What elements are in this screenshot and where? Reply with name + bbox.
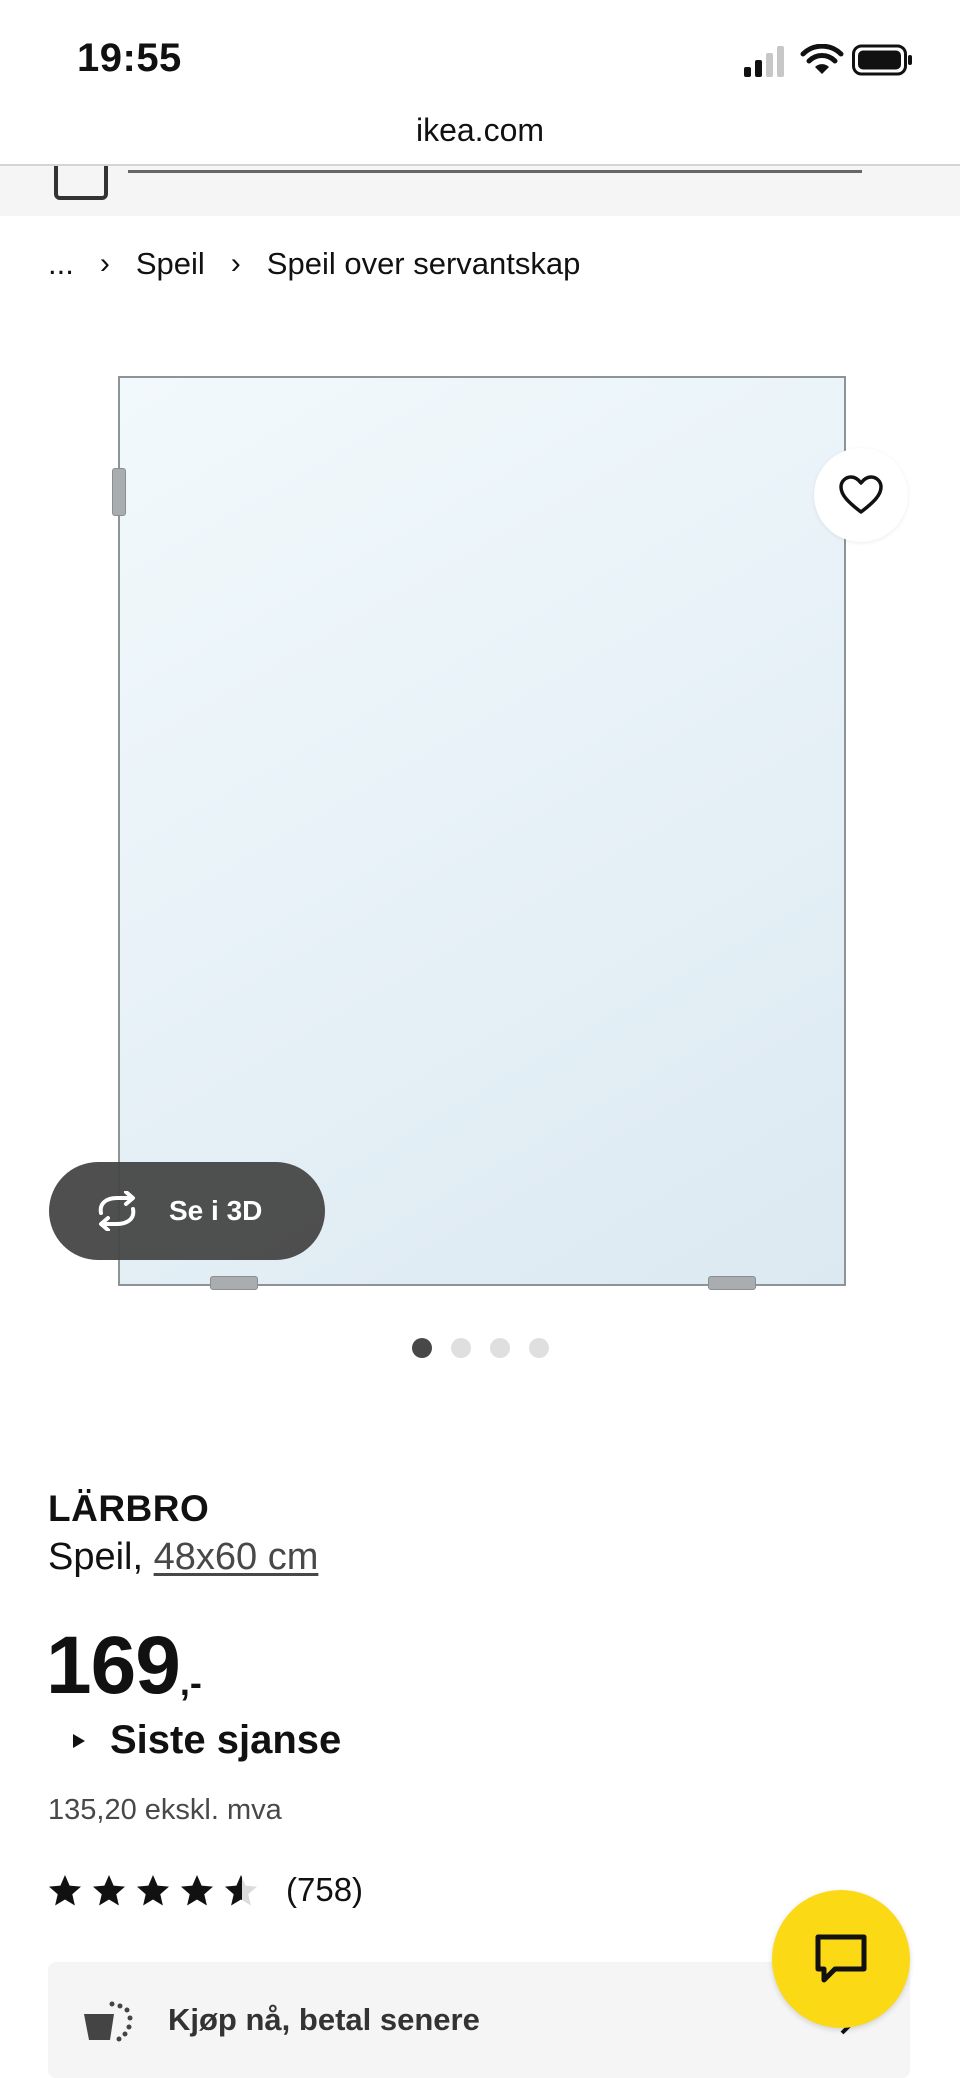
buy-now-pay-later-label: Kjøp nå, betal senere	[168, 2002, 480, 2037]
chevron-right-icon: ›	[99, 247, 110, 280]
price-suffix: ,-	[179, 1662, 202, 1703]
last-chance-label: Siste sjanse	[110, 1718, 342, 1762]
product-gallery[interactable]: Se i 3D	[0, 300, 960, 1358]
carousel-dot[interactable]	[450, 1338, 471, 1358]
product-type: Speil,	[48, 1536, 144, 1578]
product-name: LÄRBRO	[48, 1488, 210, 1529]
mirror-clip	[708, 1276, 756, 1290]
mirror-surface	[118, 376, 846, 1286]
carousel-dot[interactable]	[528, 1338, 549, 1358]
mirror-clip	[210, 1276, 258, 1290]
view-in-3d-button[interactable]: Se i 3D	[49, 1162, 325, 1260]
view-in-3d-label: Se i 3D	[169, 1195, 263, 1226]
signal-icon	[744, 46, 784, 77]
caret-right-icon	[73, 1733, 85, 1748]
last-chance-toggle[interactable]: Siste sjanse	[72, 1718, 341, 1763]
breadcrumb-item-speil[interactable]: Speil	[136, 246, 205, 282]
rating[interactable]: (758)	[48, 1871, 363, 1909]
chevron-right-icon: ›	[230, 247, 241, 280]
price-value: 169	[46, 1620, 181, 1711]
info-banner[interactable]	[0, 166, 960, 216]
breadcrumb-item-speil-over-servantskap[interactable]: Speil over servantskap	[267, 246, 581, 282]
product-image[interactable]	[112, 372, 848, 1290]
breadcrumb-item-ellipsis[interactable]: ...	[48, 246, 74, 282]
carousel-dots	[0, 1338, 960, 1358]
star-half-icon	[225, 1874, 257, 1905]
star-icon	[93, 1874, 125, 1905]
carousel-dot[interactable]	[489, 1338, 510, 1358]
carousel-dot[interactable]	[411, 1338, 432, 1358]
heart-icon	[839, 475, 883, 514]
banner-icon	[54, 166, 108, 200]
review-count: (758)	[286, 1871, 364, 1908]
favourite-button[interactable]	[814, 448, 908, 542]
star-icon	[49, 1874, 81, 1905]
battery-icon	[852, 44, 912, 76]
status-time: 19:55	[77, 36, 182, 80]
star-icon	[181, 1874, 213, 1905]
price: 169 ,-	[46, 1618, 202, 1714]
chat-icon	[815, 1934, 867, 1983]
product-description: Speil, 48x60 cm	[48, 1536, 318, 1579]
shopping-bag-icon	[84, 2001, 133, 2042]
mirror-clip	[112, 468, 126, 516]
star-icon	[137, 1874, 169, 1905]
wifi-icon	[800, 44, 844, 74]
price-excl-vat: 135,20 ekskl. mva	[48, 1794, 282, 1826]
product-size-link[interactable]: 48x60 cm	[154, 1536, 319, 1578]
status-bar: 19:55 ikea.com	[0, 0, 960, 148]
breadcrumb: ... › Speil › Speil over servantskap	[48, 246, 580, 282]
address-bar-url[interactable]: ikea.com	[0, 112, 960, 149]
chat-button[interactable]	[772, 1890, 910, 2028]
banner-link-underline	[128, 168, 862, 173]
rotate-3d-icon	[98, 1191, 136, 1231]
